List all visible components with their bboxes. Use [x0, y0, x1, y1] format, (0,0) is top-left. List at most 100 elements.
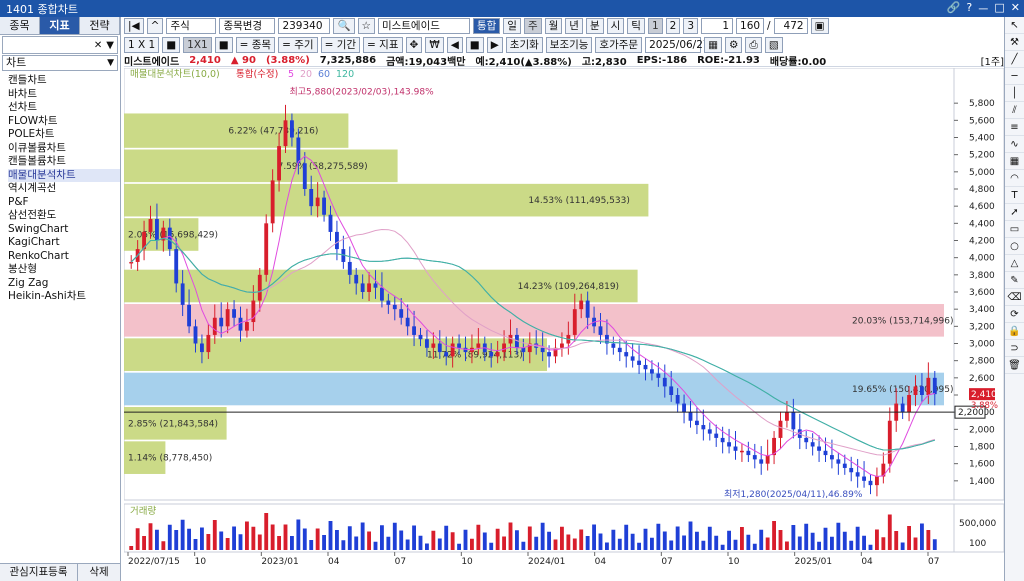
- circle-icon[interactable]: ○: [1005, 238, 1024, 255]
- chart-type-item[interactable]: SwingChart: [8, 223, 120, 237]
- num-2[interactable]: 2: [665, 18, 681, 34]
- scroll-right-icon[interactable]: ▶: [486, 37, 503, 53]
- star-icon[interactable]: ☆: [357, 18, 375, 34]
- lock-icon[interactable]: 🔒: [1005, 323, 1024, 340]
- fib-icon[interactable]: ≡: [1005, 119, 1024, 136]
- market-type-select[interactable]: 주식: [166, 18, 217, 34]
- period-day[interactable]: 일: [503, 18, 521, 34]
- chart-type-item[interactable]: KagiChart: [8, 236, 120, 250]
- up-icon[interactable]: ^: [146, 18, 164, 34]
- hline-icon[interactable]: ─: [1005, 68, 1024, 85]
- chart-type-item[interactable]: POLE차트: [8, 128, 120, 142]
- grid-icon[interactable]: ▦: [1005, 153, 1024, 170]
- indicator-search-input[interactable]: ✕ ▼: [2, 36, 118, 54]
- period-minute[interactable]: 분: [585, 18, 604, 34]
- reset-button[interactable]: 초기화: [505, 37, 543, 53]
- prev-button[interactable]: |◀: [124, 18, 144, 34]
- register-indicator-button[interactable]: 관심지표등록: [0, 564, 78, 581]
- chart-type-item[interactable]: FLOW차트: [8, 115, 120, 129]
- chevron-down-icon[interactable]: ▼: [106, 40, 114, 51]
- stock-code-input[interactable]: 239340: [278, 18, 331, 34]
- candle-body: [219, 317, 224, 327]
- chart-type-item[interactable]: P&F: [8, 196, 120, 210]
- magnet-icon[interactable]: ⊃: [1005, 340, 1024, 357]
- indicator-category-select[interactable]: 차트 ▼: [2, 55, 118, 71]
- arc-icon[interactable]: ◠: [1005, 170, 1024, 187]
- chart-type-item[interactable]: 역시계곡선: [8, 182, 120, 196]
- pencil-icon[interactable]: ✎: [1005, 272, 1024, 289]
- tab-strategy[interactable]: 전략: [80, 17, 120, 34]
- link-icon[interactable]: 🔗: [947, 1, 961, 17]
- interval-input[interactable]: 1: [701, 18, 734, 34]
- stop-icon[interactable]: ■: [465, 37, 484, 53]
- calendar-icon[interactable]: ▦: [704, 37, 722, 53]
- minimize-icon[interactable]: ㅡ: [978, 1, 988, 17]
- rect-icon[interactable]: ▭: [1005, 221, 1024, 238]
- line-icon[interactable]: ╱: [1005, 51, 1024, 68]
- chart-type-item[interactable]: 캔들볼륨차트: [8, 155, 120, 169]
- wave-icon[interactable]: ∿: [1005, 136, 1024, 153]
- text-icon[interactable]: T: [1005, 187, 1024, 204]
- maximize-icon[interactable]: □: [994, 1, 1004, 17]
- order-button[interactable]: 호가주문: [595, 37, 643, 53]
- assist-button[interactable]: 보조기능: [545, 37, 593, 53]
- move-icon[interactable]: ✥: [405, 37, 423, 53]
- cursor-icon[interactable]: ↖: [1005, 17, 1024, 34]
- link-range-button[interactable]: = 기간: [320, 37, 361, 53]
- vline-icon[interactable]: │: [1005, 85, 1024, 102]
- save-icon[interactable]: ▣: [810, 18, 829, 34]
- period-month[interactable]: 월: [544, 18, 563, 34]
- arrow-icon[interactable]: ➚: [1005, 204, 1024, 221]
- volume-bar: [135, 528, 140, 550]
- delete-button[interactable]: 삭제: [78, 564, 121, 581]
- chart-type-item[interactable]: Heikin-Ashi차트: [8, 290, 120, 304]
- scroll-left-icon[interactable]: ◀: [446, 37, 463, 53]
- chart-type-item[interactable]: 바차트: [8, 88, 120, 102]
- period-week[interactable]: 주: [523, 18, 542, 34]
- chart-type-item[interactable]: 선차트: [8, 101, 120, 115]
- chart-type-item[interactable]: 이큐볼륨차트: [8, 142, 120, 156]
- stock-name-field[interactable]: 미스트에이드: [377, 18, 470, 34]
- tab-stock[interactable]: 종목: [0, 17, 40, 34]
- price-chart[interactable]: 매물대분석차트(10,0) 통합(수정) 5 20 60 120 6.22% (47,739…: [124, 68, 1004, 581]
- channel-icon[interactable]: ⫽: [1005, 102, 1024, 119]
- chart-type-item[interactable]: Zig Zag: [8, 277, 120, 291]
- layout-grid-icon[interactable]: ■: [214, 37, 233, 53]
- link-indicator-button[interactable]: = 지표: [363, 37, 403, 53]
- settings-icon[interactable]: ⚙: [724, 37, 743, 53]
- period-hour[interactable]: 시: [606, 18, 625, 34]
- refresh-icon[interactable]: ⟳: [1005, 306, 1024, 323]
- image-icon[interactable]: ▧: [764, 37, 783, 53]
- period-tick[interactable]: 틱: [627, 18, 645, 34]
- help-icon[interactable]: ?: [966, 1, 972, 17]
- print-icon[interactable]: ⎙: [745, 37, 762, 53]
- layout-grid-icon[interactable]: ■: [162, 37, 181, 53]
- num-1[interactable]: 1: [647, 18, 663, 34]
- close-icon[interactable]: ✕: [1011, 1, 1020, 17]
- chart-type-item[interactable]: 봉산형: [8, 263, 120, 277]
- tool-icon[interactable]: ⚒: [1005, 34, 1024, 51]
- triangle-icon[interactable]: △: [1005, 255, 1024, 272]
- candle-body: [868, 480, 873, 486]
- clear-icon[interactable]: ✕: [94, 40, 102, 51]
- tab-indicator[interactable]: 지표: [40, 17, 80, 34]
- num-3[interactable]: 3: [683, 18, 699, 34]
- trash-icon[interactable]: 🗑: [1005, 357, 1024, 374]
- period-year[interactable]: 년: [565, 18, 583, 34]
- chart-type-item[interactable]: 캔들차트: [8, 74, 120, 88]
- layout-1x1-alt-button[interactable]: 1X1: [183, 37, 212, 53]
- total-count-field[interactable]: 472: [773, 18, 808, 34]
- layout-1x1-button[interactable]: 1 X 1: [124, 37, 160, 53]
- link-stock-button[interactable]: = 종목: [235, 37, 276, 53]
- chart-mode-button[interactable]: 통합: [472, 18, 501, 34]
- display-count-input[interactable]: 160: [736, 18, 765, 34]
- chart-type-item[interactable]: RenkoChart: [8, 250, 120, 264]
- link-period-button[interactable]: = 주기: [278, 37, 318, 53]
- won-icon[interactable]: ₩: [425, 37, 444, 53]
- eraser-icon[interactable]: ⌫: [1005, 289, 1024, 306]
- date-input[interactable]: 2025/06/27: [645, 37, 710, 53]
- chart-type-item[interactable]: 삼선전환도: [8, 209, 120, 223]
- change-stock-select[interactable]: 종목변경: [219, 18, 276, 34]
- chart-type-item[interactable]: 매물대분석차트: [8, 168, 120, 182]
- search-icon[interactable]: 🔍: [333, 18, 355, 34]
